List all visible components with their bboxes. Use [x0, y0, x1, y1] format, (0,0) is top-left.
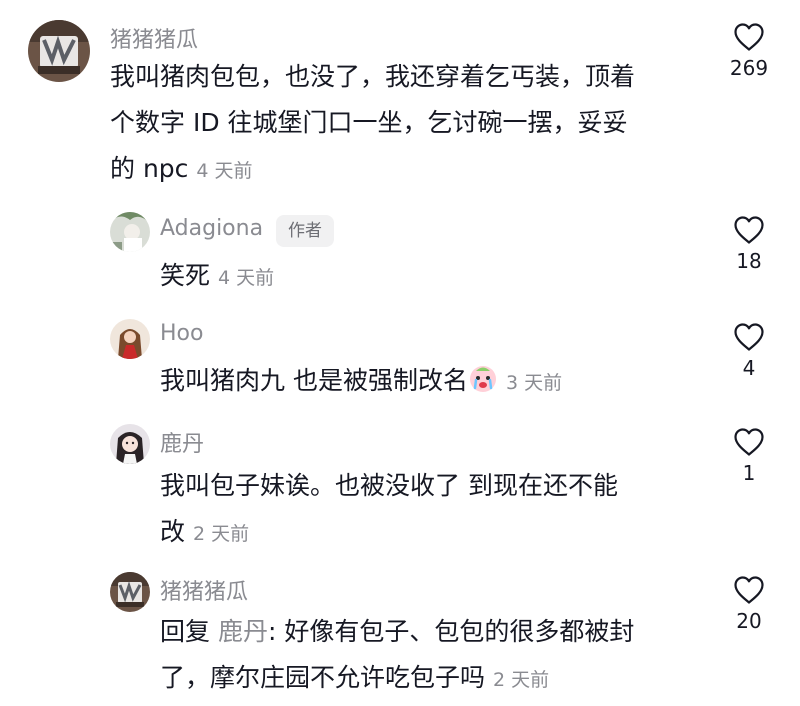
reply-text-line: 笑死 4 天前 [160, 253, 700, 301]
reply-text-line: 我叫包子妹诶。也被没收了 到现在还不能 [160, 471, 618, 500]
heart-outline-icon [734, 216, 764, 244]
reply-text-line: 了，摩尔庄园不允许吃包子吗 2 天前 [160, 655, 720, 703]
heart-outline-icon [734, 23, 764, 51]
heart-outline-icon [734, 323, 764, 351]
like-button[interactable]: 18 [719, 215, 779, 273]
like-count: 18 [736, 249, 762, 273]
reply-text-line: 我叫猪肉九 也是被强制改名 3 天前 [160, 358, 720, 408]
comment-timestamp: 4 天前 [196, 160, 253, 182]
reply-item: 鹿丹 我叫包子妹诶。也被没收了 到现在还不能 改 2 天前 1 [0, 410, 800, 560]
avatar-image [110, 424, 150, 464]
avatar[interactable] [110, 212, 150, 252]
reply-text-fragment: : 好像有包子、包包的很多都被封 [267, 617, 635, 646]
like-button[interactable]: 20 [719, 575, 779, 633]
comment-thread: 猪猪猪瓜 我叫猪肉包包，也没了，我还穿着乞丐装，顶着 个数字 ID 往城堡门口一… [0, 0, 800, 706]
reply-username[interactable]: 猪猪猪瓜 [160, 574, 248, 606]
avatar[interactable] [110, 319, 150, 359]
like-count: 4 [742, 356, 756, 380]
comment-text-fragment: 的 npc [110, 154, 189, 183]
reply-username[interactable]: 鹿丹 [160, 426, 204, 458]
author-badge: 作者 [276, 215, 334, 247]
avatar-image [110, 572, 150, 612]
like-count: 269 [729, 56, 769, 80]
reply-text-fragment: 改 [160, 517, 186, 546]
like-count: 20 [736, 609, 762, 633]
avatar-image [28, 20, 90, 82]
avatar[interactable] [110, 424, 150, 464]
reply-item: 猪猪猪瓜 回复 鹿丹: 好像有包子、包包的很多都被封 了，摩尔庄园不允许吃包子吗… [0, 560, 800, 706]
comment-text: 我叫猪肉包包，也没了，我还穿着乞丐装，顶着 个数字 ID 往城堡门口一坐，乞讨碗… [110, 54, 710, 194]
heart-outline-icon [734, 428, 764, 456]
reply-text: 我叫猪肉九 也是被强制改名 3 天前 [160, 358, 720, 408]
reply-text-line: 改 2 天前 [160, 509, 720, 557]
reply-timestamp: 3 天前 [505, 372, 563, 394]
reply-text: 笑死 4 天前 [160, 253, 700, 301]
avatar[interactable] [110, 572, 150, 612]
reply-timestamp: 2 天前 [193, 523, 250, 545]
crying-face-emoji [468, 362, 498, 408]
comment-text-line: 个数字 ID 往城堡门口一坐，乞讨碗一摆，妥妥 [110, 108, 628, 137]
reply-text-line: 回复 鹿丹: 好像有包子、包包的很多都被封 [160, 609, 720, 655]
reply-timestamp: 2 天前 [493, 669, 550, 691]
reply-item: Hoo 我叫猪肉九 也是被强制改名 3 天前 4 [0, 305, 800, 410]
reply-target-username[interactable]: 鹿丹 [218, 617, 268, 646]
like-count: 1 [742, 461, 756, 485]
reply-username[interactable]: Adagiona [160, 216, 263, 241]
like-button[interactable]: 269 [719, 22, 779, 80]
reply-text-fragment: 我叫猪肉九 也是被强制改名 [160, 366, 468, 395]
reply-username[interactable]: Hoo [160, 321, 203, 346]
reply-timestamp: 4 天前 [218, 267, 275, 289]
comment-item: 猪猪猪瓜 我叫猪肉包包，也没了，我还穿着乞丐装，顶着 个数字 ID 往城堡门口一… [0, 0, 800, 200]
reply-text-fragment: 笑死 [160, 261, 211, 290]
comment-text-line: 我叫猪肉包包，也没了，我还穿着乞丐装，顶着 [110, 62, 636, 91]
reply-item: Adagiona 作者 笑死 4 天前 18 [0, 200, 800, 305]
avatar-image [110, 212, 150, 252]
reply-text-fragment: 了，摩尔庄园不允许吃包子吗 [160, 663, 486, 692]
avatar[interactable] [28, 20, 90, 82]
reply-prefix: 回复 [160, 617, 211, 646]
reply-text: 回复 鹿丹: 好像有包子、包包的很多都被封 了，摩尔庄园不允许吃包子吗 2 天前 [160, 609, 720, 703]
like-button[interactable]: 4 [719, 322, 779, 380]
comment-username[interactable]: 猪猪猪瓜 [110, 22, 198, 54]
comment-text-line: 的 npc 4 天前 [110, 146, 710, 194]
heart-outline-icon [734, 576, 764, 604]
reply-text: 我叫包子妹诶。也被没收了 到现在还不能 改 2 天前 [160, 463, 720, 557]
avatar-image [110, 319, 150, 359]
like-button[interactable]: 1 [719, 427, 779, 485]
